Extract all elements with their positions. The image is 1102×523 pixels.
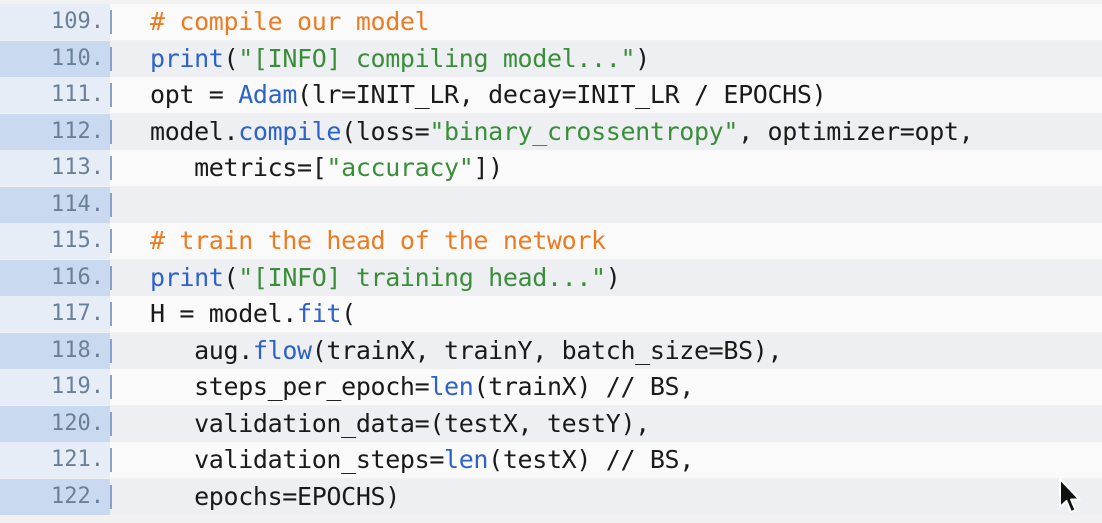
code-text: # compile our model xyxy=(150,4,430,40)
line-number: 110. xyxy=(0,41,110,77)
code-token-default: validation_data=(testX, testY), xyxy=(150,409,650,438)
code-line[interactable]: 113. metrics=["accuracy"]) xyxy=(0,150,1102,186)
code-editor[interactable]: 109. # compile our model 110. print("[INFO]… xyxy=(0,0,1102,523)
code-token-default: (loss= xyxy=(341,117,430,146)
gutter-divider xyxy=(110,47,112,71)
code-text: steps_per_epoch=len(trainX) // BS, xyxy=(150,369,694,405)
code-line[interactable]: 111. opt = Adam(lr=INIT_LR, decay=INIT_LR… xyxy=(0,77,1102,113)
code-token-string: "[INFO] training head..." xyxy=(238,263,606,292)
gutter-divider xyxy=(110,120,112,144)
code-line[interactable]: 116. print("[INFO] training head...") xyxy=(0,260,1102,296)
code-line[interactable]: 117. H = model.fit( xyxy=(0,296,1102,332)
code-token-default: model. xyxy=(150,117,239,146)
code-token-default: H = model. xyxy=(150,299,298,328)
line-number: 122. xyxy=(0,479,110,515)
line-number: 113. xyxy=(0,150,110,186)
code-token-default: metrics=[ xyxy=(150,153,327,182)
code-token-default: validation_steps= xyxy=(150,445,445,474)
code-text: validation_steps=len(testX) // BS, xyxy=(150,442,694,478)
gutter-divider xyxy=(110,229,112,253)
line-number: 111. xyxy=(0,77,110,113)
code-line[interactable]: 118. aug.flow(trainX, trainY, batch_size… xyxy=(0,333,1102,369)
gutter-divider xyxy=(110,339,112,363)
code-token-default: ) xyxy=(605,263,621,292)
line-number: 116. xyxy=(0,260,110,296)
code-token-func: print xyxy=(150,44,224,73)
code-token-func: Adam xyxy=(238,80,298,109)
code-token-default: aug. xyxy=(150,336,253,365)
code-text: model.compile(loss="binary_crossentropy"… xyxy=(150,114,974,150)
code-token-default: (lr=INIT_LR, decay=INIT_LR / EPOCHS) xyxy=(297,80,827,109)
line-number: 109. xyxy=(0,4,110,40)
code-text: H = model.fit( xyxy=(150,296,356,332)
code-token-comment: # compile our model xyxy=(150,7,430,36)
code-text: print("[INFO] training head...") xyxy=(150,260,621,296)
code-token-comment: # train the head of the network xyxy=(150,226,606,255)
gutter-divider xyxy=(110,485,112,509)
code-token-string: "binary_crossentropy" xyxy=(429,117,739,146)
gutter-divider xyxy=(110,156,112,180)
code-token-default: , optimizer=opt, xyxy=(738,117,974,146)
line-number: 119. xyxy=(0,369,110,405)
code-token-default: (trainX) // BS, xyxy=(473,372,694,401)
code-token-func: fit xyxy=(297,299,342,328)
code-token-default: (trainX, trainY, batch_size=BS), xyxy=(311,336,783,365)
code-token-string: "accuracy" xyxy=(326,153,474,182)
code-token-default: opt = xyxy=(150,80,239,109)
code-line[interactable]: 119. steps_per_epoch=len(trainX) // BS, xyxy=(0,369,1102,405)
code-token-default: ) xyxy=(635,44,650,73)
line-number: 118. xyxy=(0,333,110,369)
code-token-func: len xyxy=(444,445,489,474)
code-line[interactable]: 112. model.compile(loss="binary_crossentr… xyxy=(0,114,1102,150)
line-number: 121. xyxy=(0,442,110,478)
gutter-divider xyxy=(110,10,112,34)
code-token-default: ]) xyxy=(473,153,503,182)
code-token-default: (testX) // BS, xyxy=(488,445,694,474)
code-line[interactable]: 115. # train the head of the network xyxy=(0,223,1102,259)
code-line[interactable]: 114. xyxy=(0,187,1102,223)
gutter-divider xyxy=(110,83,112,107)
gutter-divider xyxy=(110,193,112,217)
gutter-divider xyxy=(110,302,112,326)
code-text: aug.flow(trainX, trainY, batch_size=BS), xyxy=(150,333,782,369)
line-number: 117. xyxy=(0,296,110,332)
code-line[interactable]: 122. epochs=EPOCHS) xyxy=(0,479,1102,515)
code-text: validation_data=(testX, testY), xyxy=(150,406,650,442)
code-token-default: ( xyxy=(341,299,356,328)
code-token-func: print xyxy=(150,263,224,292)
code-line[interactable]: 121. validation_steps=len(testX) // BS, xyxy=(0,442,1102,478)
code-token-func: compile xyxy=(238,117,342,146)
code-text: # train the head of the network xyxy=(150,223,606,259)
code-token-string: "[INFO] compiling model..." xyxy=(238,44,636,73)
code-token-func: len xyxy=(429,372,474,401)
mouse-pointer-icon xyxy=(1059,478,1081,513)
line-number: 112. xyxy=(0,114,110,150)
code-text: epochs=EPOCHS) xyxy=(150,479,400,515)
code-line[interactable]: 120. validation_data=(testX, testY), xyxy=(0,406,1102,442)
gutter-divider xyxy=(110,412,112,436)
line-number: 115. xyxy=(0,223,110,259)
code-token-default: epochs=EPOCHS) xyxy=(150,482,400,511)
line-number: 114. xyxy=(0,187,110,223)
code-token-func: flow xyxy=(252,336,312,365)
code-token-default: ( xyxy=(223,263,239,292)
gutter-divider xyxy=(110,375,112,399)
code-token-default: ( xyxy=(223,44,239,73)
code-token-default: steps_per_epoch= xyxy=(150,372,430,401)
code-line[interactable]: 109. # compile our model xyxy=(0,4,1102,40)
code-text: metrics=["accuracy"]) xyxy=(150,150,503,186)
gutter-divider xyxy=(110,266,112,290)
line-number: 120. xyxy=(0,406,110,442)
gutter-divider xyxy=(110,448,112,472)
code-text: print("[INFO] compiling model...") xyxy=(150,41,650,77)
code-text: opt = Adam(lr=INIT_LR, decay=INIT_LR / E… xyxy=(150,77,827,113)
code-line[interactable]: 110. print("[INFO] compiling model...") xyxy=(0,41,1102,77)
